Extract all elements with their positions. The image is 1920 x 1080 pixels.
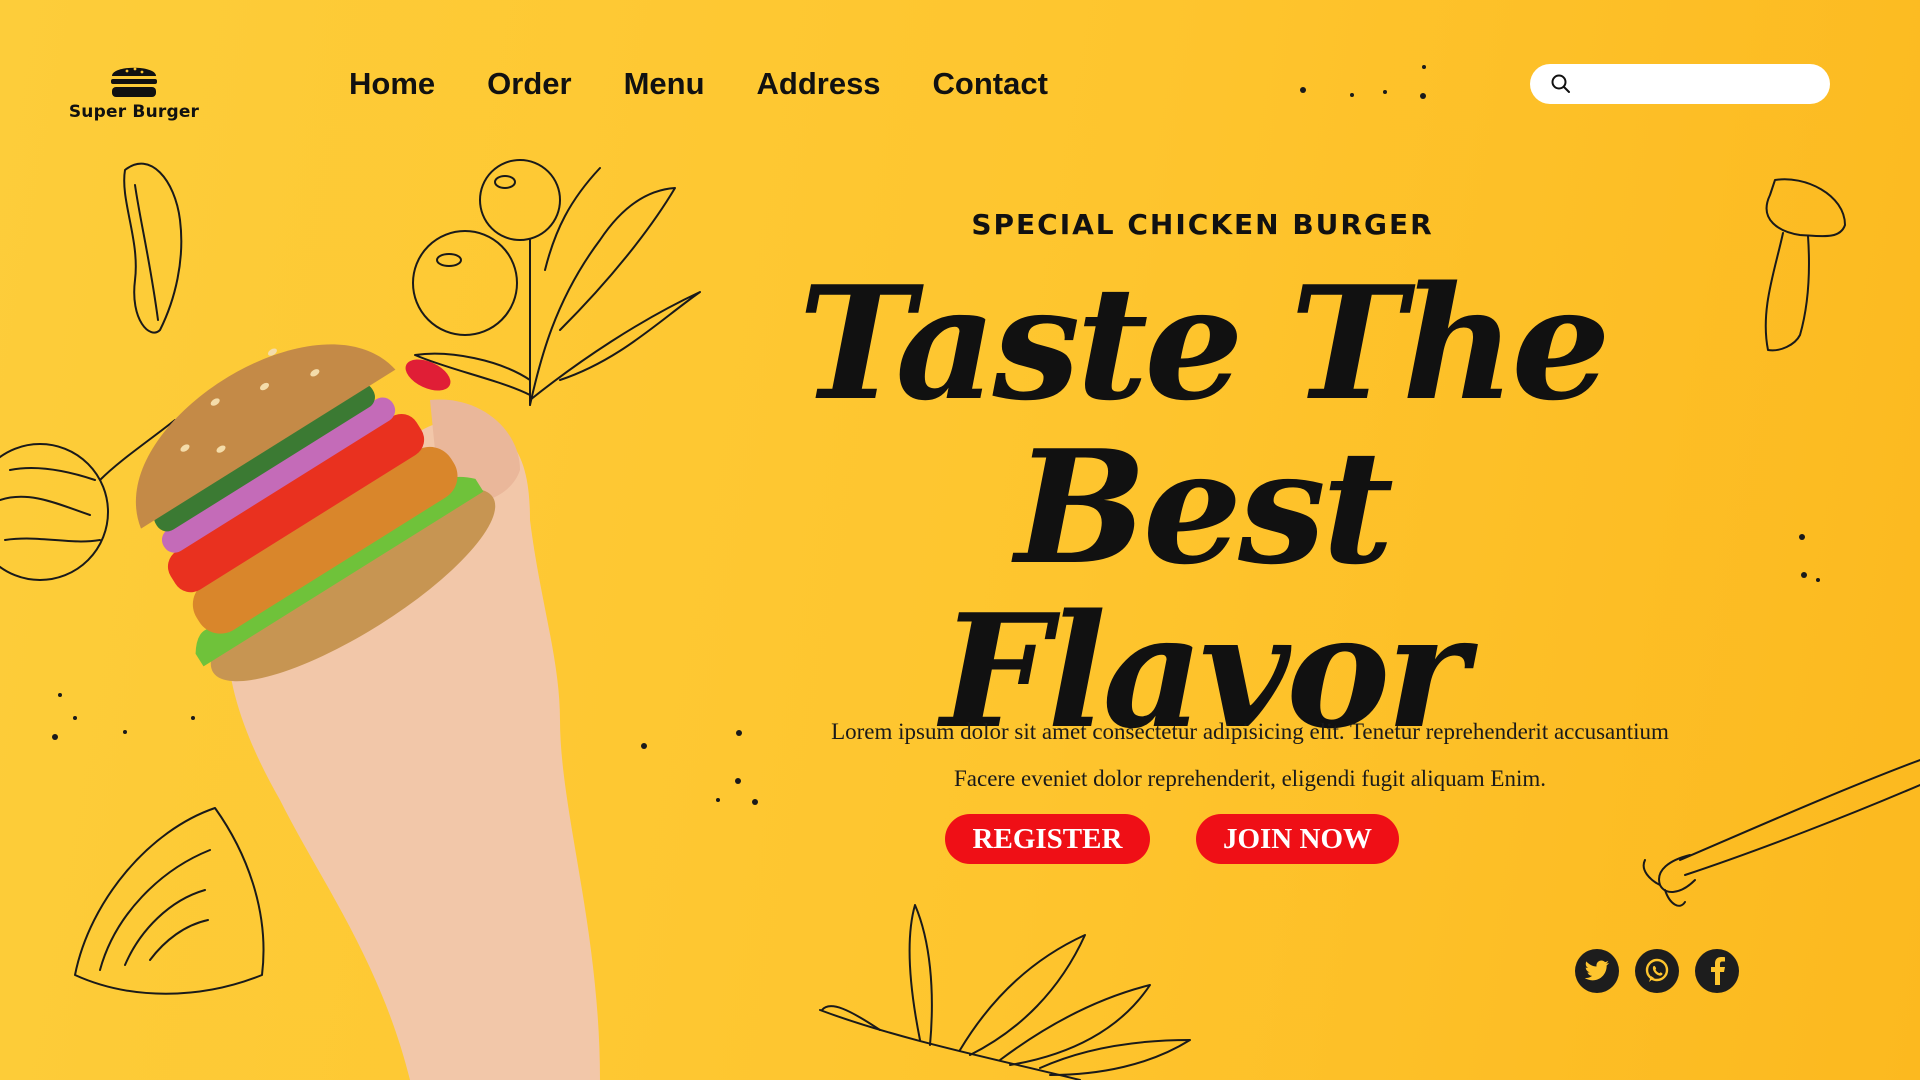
twitter-glyph (1584, 960, 1609, 981)
search-bar[interactable] (1530, 64, 1830, 104)
description-line-2: Facere eveniet dolor reprehenderit, elig… (953, 766, 1547, 791)
hero-subtitle: SPECIAL CHICKEN BURGER (971, 208, 1434, 241)
join-now-button[interactable]: JOIN NOW (1196, 814, 1399, 864)
main-nav: Home Order Menu Address Contact (349, 66, 1048, 102)
nav-order[interactable]: Order (487, 66, 571, 102)
search-icon[interactable] (1550, 73, 1572, 95)
headline-line-2: Best Flavor (940, 416, 1469, 763)
nav-address[interactable]: Address (757, 66, 881, 102)
register-button[interactable]: REGISTER (945, 814, 1150, 864)
headline-line-1: Taste The (798, 252, 1610, 435)
burger-icon (111, 67, 157, 97)
social-links (1575, 949, 1739, 993)
hero-description: Lorem ipsum dolor sit amet consectetur a… (760, 708, 1740, 802)
nav-contact[interactable]: Contact (933, 66, 1048, 102)
search-input[interactable] (1582, 74, 1812, 94)
description-line-1: Lorem ipsum dolor sit amet consectetur a… (831, 719, 1669, 744)
whatsapp-glyph (1645, 958, 1669, 982)
nav-menu[interactable]: Menu (624, 66, 705, 102)
hero-headline: Taste The Best Flavor (760, 262, 1645, 754)
twitter-icon[interactable] (1575, 949, 1619, 993)
facebook-glyph (1711, 957, 1725, 985)
brand-logo[interactable]: Super Burger (66, 60, 202, 122)
facebook-icon[interactable] (1695, 949, 1739, 993)
whatsapp-icon[interactable] (1635, 949, 1679, 993)
nav-home[interactable]: Home (349, 66, 435, 102)
brand-name: Super Burger (68, 102, 200, 122)
landing-page: Super Burger Home Order Menu Address Con… (0, 0, 1920, 1080)
